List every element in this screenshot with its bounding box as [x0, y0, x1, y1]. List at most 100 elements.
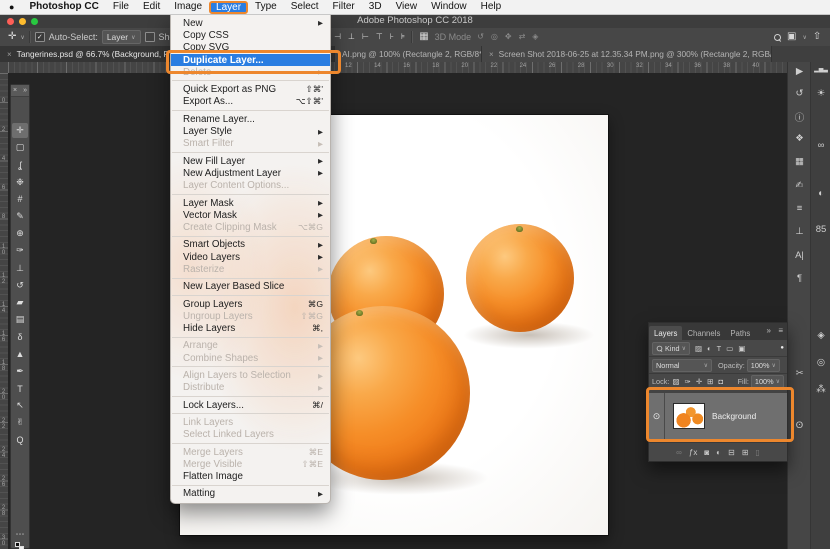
lock-paint-icon[interactable]: ✑: [684, 377, 692, 386]
align-right-icon[interactable]: ⊢: [362, 28, 369, 46]
adjustment-layer-icon[interactable]: ◐: [716, 448, 721, 457]
menu-item-vector-mask[interactable]: Vector Mask ▶: [171, 209, 330, 221]
tab-close-icon[interactable]: ×: [489, 50, 494, 59]
fill-dropdown[interactable]: 100% ∨: [750, 375, 784, 388]
libraries-panel-icon[interactable]: ∞: [811, 140, 830, 151]
lock-all-icon[interactable]: ◘: [717, 377, 724, 386]
filter-shape-icon[interactable]: ▭: [725, 344, 734, 353]
layer-visibility-toggle[interactable]: ⊙: [649, 393, 665, 439]
blur-tool[interactable]: δ: [12, 329, 28, 344]
document-tab-2[interactable]: AI.png @ 100% (Rectangle 2, RGB/8*) *: [335, 46, 482, 62]
menubar-item-edit[interactable]: Edit: [136, 0, 167, 14]
menu-item-new-fill-layer[interactable]: New Fill Layer ▶: [171, 155, 330, 167]
menu-item-hide-layers[interactable]: Hide Layers ⌘,: [171, 323, 330, 335]
glyphs-panel-icon[interactable]: 85: [811, 224, 830, 235]
menu-item-rename-layer[interactable]: Rename Layer...: [171, 113, 330, 125]
menubar-item-filter[interactable]: Filter: [326, 0, 362, 14]
histogram-panel-icon[interactable]: ▂▅▃: [811, 66, 830, 73]
more-tools-icon[interactable]: ⋯: [12, 529, 28, 540]
lock-artboard-icon[interactable]: ⊞: [706, 377, 714, 386]
menu-item-quick-export-as-png[interactable]: Quick Export as PNG ⇧⌘': [171, 83, 330, 95]
menubar-item-window[interactable]: Window: [424, 0, 474, 14]
layers-panel-tab-paths[interactable]: Paths: [725, 326, 755, 340]
filter-pixel-icon[interactable]: ▨: [694, 344, 703, 353]
menu-item-flatten-image[interactable]: Flatten Image: [171, 471, 330, 483]
menubar-item-type[interactable]: Type: [248, 0, 284, 14]
menu-item-group-layers[interactable]: Group Layers ⌘G: [171, 298, 330, 310]
tool-presets-panel-icon[interactable]: ✂: [788, 368, 811, 379]
hand-tool[interactable]: ✌: [12, 415, 28, 430]
3d-dock-icon[interactable]: ◎: [811, 357, 830, 368]
layer-mask-icon[interactable]: ◙: [704, 448, 709, 457]
document-tab-3[interactable]: × Screen Shot 2018-06-25 at 12.35.34 PM.p…: [482, 46, 772, 62]
paths-dock-icon[interactable]: ⁂: [811, 384, 830, 395]
patterns-panel-icon[interactable]: ▦: [788, 156, 811, 167]
paragraph-panel-icon[interactable]: ¶: [788, 273, 811, 284]
3d-roll-icon[interactable]: ◎: [491, 28, 498, 46]
distribute-vertical-icon[interactable]: ⊦: [390, 28, 394, 46]
menubar-item-photoshop-cc[interactable]: Photoshop CC: [22, 0, 105, 14]
menu-item-copy-css[interactable]: Copy CSS: [171, 29, 330, 41]
character-panel-icon[interactable]: A|: [788, 250, 811, 261]
lock-move-icon[interactable]: ✛: [695, 377, 703, 386]
filter-toggle-icon[interactable]: ●: [780, 345, 784, 351]
menubar-item-image[interactable]: Image: [167, 0, 209, 14]
show-transform-checkbox[interactable]: [144, 32, 155, 42]
distribute-horizontal-icon[interactable]: ⊧: [401, 28, 405, 46]
menu-item-lock-layers[interactable]: Lock Layers... ⌘/: [171, 399, 330, 411]
marquee-tool[interactable]: ▢: [12, 140, 28, 155]
brush-settings-panel-icon[interactable]: ✍: [788, 180, 811, 191]
share-icon[interactable]: ⇧: [813, 28, 821, 46]
history-brush-tool[interactable]: ↺: [12, 278, 28, 293]
layers-panel-tab-channels[interactable]: Channels: [682, 326, 725, 340]
menu-item-copy-svg[interactable]: Copy SVG: [171, 42, 330, 54]
workspace-icon[interactable]: ▣: [787, 28, 796, 46]
spot-healing-tool[interactable]: ⊕: [12, 226, 28, 241]
swatches-panel-icon[interactable]: ❖: [788, 133, 811, 144]
menubar-item-select[interactable]: Select: [284, 0, 326, 14]
properties-panel-icon[interactable]: ◐: [811, 188, 830, 199]
menubar-item-help[interactable]: Help: [474, 0, 509, 14]
menu-item-video-layers[interactable]: Video Layers ▶: [171, 251, 330, 263]
lock-transparency-icon[interactable]: ▨: [671, 377, 680, 386]
move-tool[interactable]: ✛: [12, 123, 28, 138]
path-selection-tool[interactable]: ↖: [12, 398, 28, 413]
apple-menu-icon[interactable]: ●: [0, 2, 22, 12]
canvas-pasteboard[interactable]: [8, 73, 787, 549]
menu-item-layer-mask[interactable]: Layer Mask ▶: [171, 197, 330, 209]
info-panel-icon[interactable]: ⓘ: [788, 110, 811, 124]
layer-row-background[interactable]: ⊙ Background: [649, 393, 787, 439]
eraser-tool[interactable]: ▰: [12, 295, 28, 310]
zoom-tool[interactable]: Q: [12, 433, 28, 448]
current-tool-icon[interactable]: ✛: [8, 28, 16, 46]
filter-type-icon[interactable]: T: [716, 344, 723, 353]
workspace-chevron-icon[interactable]: ∨: [802, 34, 806, 41]
filter-smart-object-icon[interactable]: ▣: [737, 344, 746, 353]
tab-close-icon[interactable]: ×: [7, 50, 12, 59]
tool-chevron-icon[interactable]: ∨: [20, 34, 24, 41]
menu-item-new[interactable]: New ▶: [171, 17, 330, 29]
menu-item-new-adjustment-layer[interactable]: New Adjustment Layer ▶: [171, 167, 330, 179]
history-panel-icon[interactable]: ↺: [788, 88, 811, 99]
search-icon[interactable]: [774, 33, 781, 41]
pen-tool[interactable]: ✒: [12, 364, 28, 379]
crop-tool[interactable]: #: [12, 192, 28, 207]
brush-tool[interactable]: ✑: [12, 243, 28, 258]
opacity-dropdown[interactable]: 100% ∨: [746, 358, 780, 372]
auto-select-checkbox[interactable]: ✓: [34, 32, 45, 42]
layer-thumbnail[interactable]: [673, 403, 705, 429]
auto-select-dropdown[interactable]: Layer ∨: [101, 30, 141, 44]
clone-stamp-tool[interactable]: ⊥: [12, 261, 28, 276]
layers-panel-tab-layers[interactable]: Layers: [649, 326, 683, 340]
3d-slide-icon[interactable]: ⇄: [519, 28, 526, 46]
gradient-tool[interactable]: ▤: [12, 312, 28, 327]
learn-panel-icon[interactable]: ʘ: [788, 420, 811, 431]
menu-item-duplicate-layer[interactable]: Duplicate Layer...: [171, 53, 330, 67]
menu-item-smart-objects[interactable]: Smart Objects ▶: [171, 239, 330, 251]
eyedropper-tool[interactable]: ✎: [12, 209, 28, 224]
new-group-icon[interactable]: ⊟: [728, 448, 735, 457]
grid-icon[interactable]: ▦: [419, 28, 428, 46]
align-left-icon[interactable]: ⊣: [334, 28, 341, 46]
new-layer-icon[interactable]: ⊞: [742, 448, 749, 457]
brushes-panel-icon[interactable]: ≡: [788, 203, 811, 214]
